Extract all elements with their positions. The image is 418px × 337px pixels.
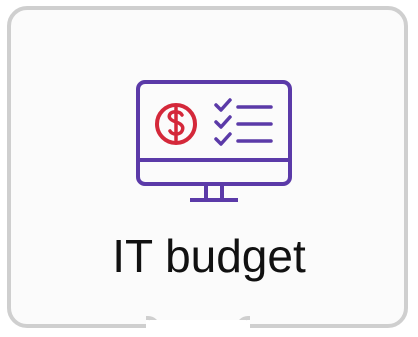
checklist-icon	[214, 98, 273, 146]
tile-notch	[150, 320, 246, 337]
tile-label: IT budget	[112, 230, 306, 282]
dollar-icon	[155, 103, 197, 145]
computer-budget-checklist-icon	[136, 80, 292, 202]
page: IT budget	[0, 0, 418, 337]
